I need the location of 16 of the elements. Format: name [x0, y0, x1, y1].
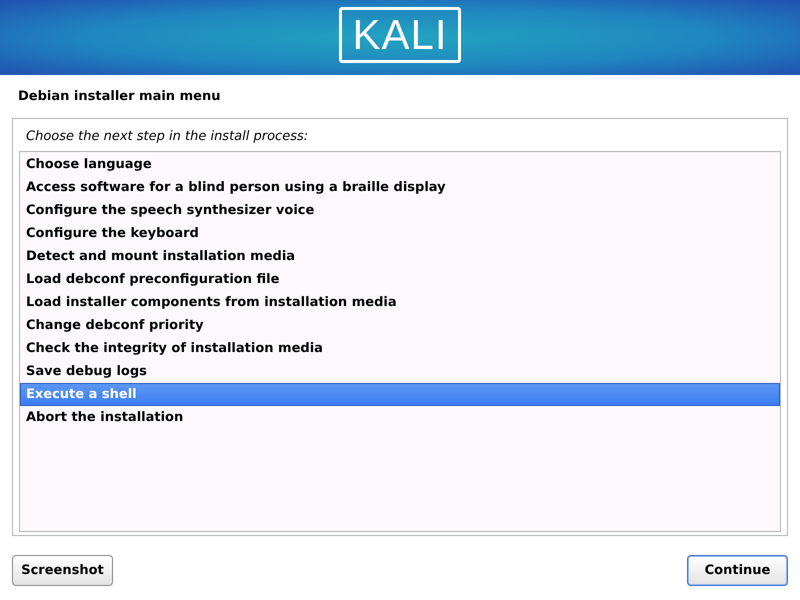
page-title: Debian installer main menu: [17, 88, 222, 106]
menu-item[interactable]: Configure the speech synthesizer voice: [20, 199, 780, 222]
menu-item[interactable]: Choose language: [20, 153, 780, 176]
menu-item[interactable]: Abort the installation: [20, 406, 780, 429]
logo: KALI: [339, 7, 461, 63]
menu-item[interactable]: Access software for a blind person using a braille display: [20, 176, 780, 199]
dialog-button[interactable]: Continue: [687, 555, 788, 586]
menu-item[interactable]: Check the integrity of installation media: [20, 337, 780, 360]
menu-item[interactable]: Detect and mount installation media: [20, 245, 780, 268]
dialog-button[interactable]: Screenshot: [12, 555, 113, 586]
menu-item[interactable]: Change debconf priority: [20, 314, 780, 337]
menu-item[interactable]: Save debug logs: [20, 360, 780, 383]
menu-item[interactable]: Load installer components from installation media: [20, 291, 780, 314]
menu-item[interactable]: Configure the keyboard: [20, 222, 780, 245]
prompt-text: Choose the next step in the install process:: [25, 128, 310, 146]
menu-item[interactable]: Load debconf preconfiguration file: [20, 268, 780, 291]
